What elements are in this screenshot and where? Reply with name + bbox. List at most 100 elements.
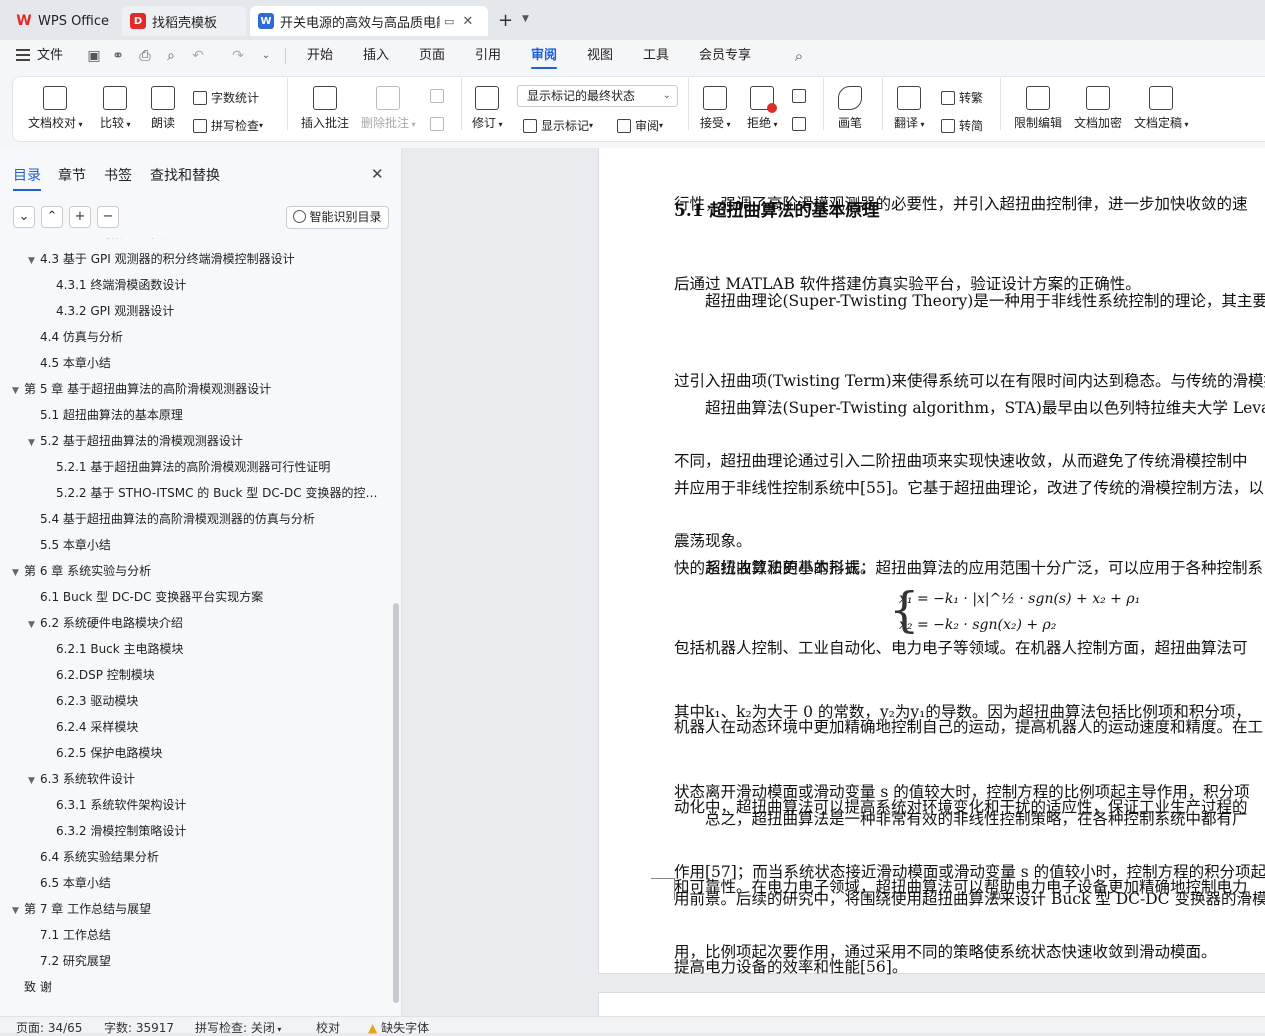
- read-aloud-button[interactable]: 朗读: [151, 86, 175, 131]
- prev-comment-button[interactable]: [430, 89, 448, 103]
- toc-item[interactable]: 7.1 工作总结: [0, 922, 388, 948]
- next-change-button[interactable]: [792, 117, 810, 131]
- word-count-button[interactable]: 字数统计: [193, 89, 259, 106]
- spell-check-button[interactable]: 拼写检查 ▾: [193, 117, 263, 134]
- toc-item[interactable]: ▼ 第 5 章 基于超扭曲算法的高阶滑模观测器设计: [0, 376, 388, 402]
- search-icon[interactable]: ⌕: [791, 48, 807, 64]
- toc-item[interactable]: ▼ 4.3 基于 GPI 观测器的积分终端滑模控制器设计: [0, 246, 388, 272]
- menu-insert[interactable]: 插入: [363, 40, 389, 72]
- to-traditional-button[interactable]: 转繁: [941, 89, 983, 106]
- redo-icon[interactable]: ↷: [230, 48, 246, 64]
- toc-item[interactable]: 5.2.2 基于 STHO-ITSMC 的 Buck 型 DC-DC 变换器的控…: [0, 480, 388, 506]
- tab-find-replace[interactable]: 查找和替换: [150, 165, 220, 185]
- toc-item[interactable]: 6.2.DSP 控制模块: [0, 662, 388, 688]
- menu-start[interactable]: 开始: [307, 40, 333, 72]
- tab-docer[interactable]: D 找稻壳模板: [122, 6, 246, 36]
- menu-tools[interactable]: 工具: [643, 40, 669, 72]
- toc-item[interactable]: 6.3.1 系统软件架构设计: [0, 792, 388, 818]
- encrypt-button[interactable]: 文档加密: [1074, 86, 1122, 131]
- toc-item[interactable]: 5.4 基于超扭曲算法的高阶滑模观测器的仿真与分析: [0, 506, 388, 532]
- expand-arrow-icon[interactable]: ▼: [28, 768, 40, 792]
- prev-change-button[interactable]: [792, 89, 810, 103]
- toc-item[interactable]: ▼ 第 7 章 工作总结与展望: [0, 896, 388, 922]
- more-chevron-icon[interactable]: ⌄: [258, 48, 274, 64]
- tab-chapters[interactable]: 章节: [58, 165, 86, 185]
- menu-file[interactable]: 文件: [37, 40, 63, 72]
- chevron-down-icon[interactable]: ▼: [522, 14, 529, 24]
- undo-icon[interactable]: ↶: [190, 48, 206, 64]
- toc-item[interactable]: 6.4 系统实验结果分析: [0, 844, 388, 870]
- tab-wps-office[interactable]: W WPS Office: [8, 6, 116, 36]
- track-changes-button[interactable]: 修订 ▾: [472, 86, 503, 131]
- add-heading-button[interactable]: +: [69, 206, 91, 228]
- status-missing-font[interactable]: ▲ 缺失字体: [368, 1019, 429, 1036]
- expand-arrow-icon[interactable]: ▼: [28, 430, 40, 454]
- markup-state-select[interactable]: 显示标记的最终状态 ⌄: [517, 85, 678, 107]
- new-tab-button[interactable]: +: [498, 10, 513, 31]
- toc-item[interactable]: 7.2 研究展望: [0, 948, 388, 974]
- toc-item[interactable]: 4.4 仿真与分析: [0, 324, 388, 350]
- translate-button[interactable]: 翻译 ▾: [894, 86, 925, 131]
- menu-member[interactable]: 会员专享: [699, 40, 751, 72]
- expand-arrow-icon[interactable]: ▼: [28, 612, 40, 636]
- smart-toc-button[interactable]: 智能识别目录: [286, 206, 389, 229]
- sidebar-scrollbar[interactable]: [393, 603, 399, 1003]
- tab-document[interactable]: W 开关电源的高效与高品质电能 ▭ ✕: [250, 6, 488, 36]
- toc-item[interactable]: 6.2.4 采样模块: [0, 714, 388, 740]
- toc-item[interactable]: ▼ 5.2 基于超扭曲算法的滑模观测器设计: [0, 428, 388, 454]
- collapse-up-button[interactable]: ⌃: [41, 206, 63, 228]
- hamburger-icon[interactable]: [16, 49, 30, 61]
- toc-item[interactable]: 5.5 本章小结: [0, 532, 388, 558]
- to-simplified-button[interactable]: 转简: [941, 117, 983, 134]
- toc-item[interactable]: 5.2.1 基于超扭曲算法的高阶滑模观测器可行性证明: [0, 454, 388, 480]
- tab-toc[interactable]: 目录: [13, 165, 41, 191]
- collapse-down-button[interactable]: ⌄: [13, 206, 35, 228]
- toc-item[interactable]: 6.5 本章小结: [0, 870, 388, 896]
- menu-page[interactable]: 页面: [419, 40, 445, 72]
- toc-item[interactable]: 4.2 GPI 观测器的基本概述: [0, 238, 388, 246]
- expand-arrow-icon[interactable]: ▼: [12, 560, 24, 584]
- toc-item[interactable]: 6.1 Buck 型 DC-DC 变换器平台实现方案: [0, 584, 388, 610]
- proofread-button[interactable]: 文档校对 ▾: [28, 86, 83, 131]
- status-proof[interactable]: 校对: [316, 1019, 340, 1036]
- remove-heading-button[interactable]: −: [97, 206, 119, 228]
- delete-comment-button[interactable]: 删除批注 ▾: [361, 86, 416, 131]
- toc-item[interactable]: 5.1 超扭曲算法的基本原理: [0, 402, 388, 428]
- document-page[interactable]: 行性，强调了高阶滑模观测器的必要性，并引入超扭曲控制律，进一步加快收敛的速 后通…: [598, 148, 1265, 976]
- status-word-count[interactable]: 字数: 35917: [104, 1019, 174, 1036]
- print-icon[interactable]: ⎙: [137, 48, 153, 64]
- finalize-button[interactable]: 文档定稿 ▾: [1134, 86, 1189, 131]
- next-comment-button[interactable]: [430, 117, 448, 131]
- toc-item[interactable]: 4.5 本章小结: [0, 350, 388, 376]
- monitor-icon[interactable]: ▭: [444, 15, 454, 28]
- review-pane-button[interactable]: 审阅 ▾: [617, 117, 663, 134]
- menu-view[interactable]: 视图: [587, 40, 613, 72]
- toc-item[interactable]: 6.2.1 Buck 主电路模块: [0, 636, 388, 662]
- toc-item[interactable]: 6.2.3 驱动模块: [0, 688, 388, 714]
- show-markup-button[interactable]: 显示标记 ▾: [523, 117, 593, 134]
- status-spell-check[interactable]: 拼写检查: 关闭 ▾: [195, 1019, 281, 1036]
- menu-references[interactable]: 引用: [475, 40, 501, 72]
- status-page[interactable]: 页面: 34/65: [16, 1019, 82, 1036]
- compare-button[interactable]: 比较 ▾: [100, 86, 131, 131]
- save-icon[interactable]: ▣: [86, 48, 102, 64]
- toc-item[interactable]: 6.3.2 滑模控制策略设计: [0, 818, 388, 844]
- print-preview-icon[interactable]: ⌕: [163, 48, 179, 64]
- toc-item[interactable]: ▼ 第 6 章 系统实验与分析: [0, 558, 388, 584]
- expand-arrow-icon[interactable]: ▼: [12, 898, 24, 922]
- accept-button[interactable]: 接受 ▾: [700, 86, 731, 131]
- restrict-edit-button[interactable]: 限制编辑: [1014, 86, 1062, 131]
- close-tab-icon[interactable]: ✕: [462, 14, 473, 29]
- link-icon[interactable]: ⚭: [110, 48, 126, 64]
- toc-item[interactable]: 4.3.1 终端滑模函数设计: [0, 272, 388, 298]
- reject-button[interactable]: 拒绝 ▾: [747, 86, 778, 131]
- insert-comment-button[interactable]: 插入批注: [301, 86, 349, 131]
- tab-bookmarks[interactable]: 书签: [104, 165, 132, 185]
- toc-item[interactable]: 致 谢: [0, 974, 388, 1000]
- menu-review[interactable]: 审阅: [531, 40, 558, 72]
- next-page[interactable]: [598, 992, 1265, 1016]
- toc-item[interactable]: ▼ 6.3 系统软件设计: [0, 766, 388, 792]
- close-icon[interactable]: ✕: [371, 165, 384, 183]
- toc-item[interactable]: ▼ 6.2 系统硬件电路模块介绍: [0, 610, 388, 636]
- expand-arrow-icon[interactable]: ▼: [12, 378, 24, 402]
